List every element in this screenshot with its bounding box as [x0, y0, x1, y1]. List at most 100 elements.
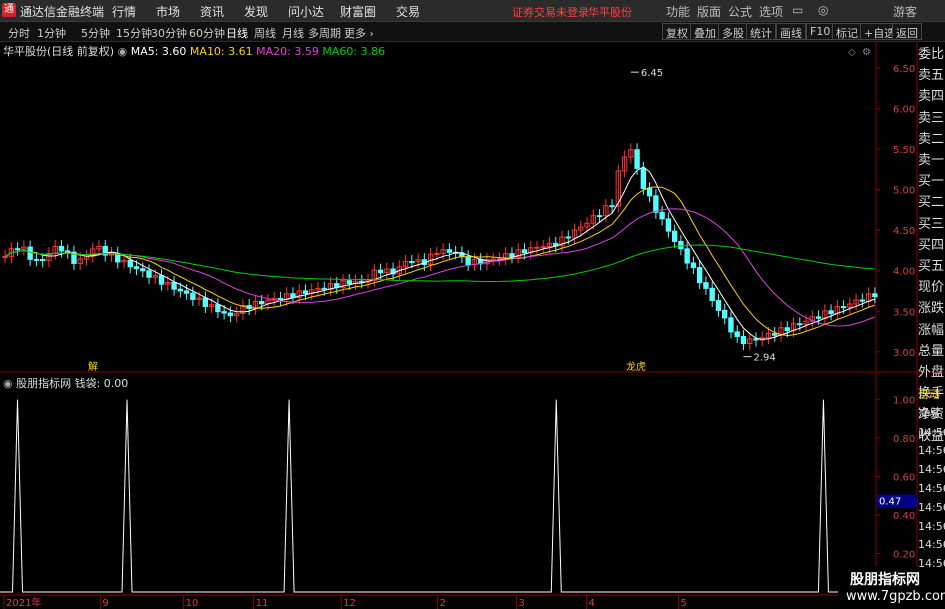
- trade-label: 交易: [918, 406, 940, 420]
- candle-body: [640, 167, 647, 189]
- candle-body: [14, 248, 21, 251]
- candle-body: [859, 299, 866, 302]
- quote-item[interactable]: 买四: [918, 236, 945, 256]
- price-tick-label: 4.00: [893, 267, 915, 278]
- candle-body: [446, 249, 453, 253]
- candle-body: [540, 246, 546, 249]
- quote-item[interactable]: 卖四: [918, 87, 945, 107]
- candle-body: [872, 293, 878, 298]
- sub-tick-label: 0.60: [893, 473, 915, 484]
- candle-body: [734, 331, 740, 338]
- candle-body: [202, 297, 209, 308]
- quote-item[interactable]: 总量: [918, 342, 945, 362]
- settings-icon: ⚙: [862, 47, 871, 58]
- candle-body: [797, 323, 803, 326]
- quote-item[interactable]: 卖五: [918, 66, 945, 86]
- candle-body: [509, 253, 515, 258]
- candle-body: [534, 246, 540, 249]
- quote-item[interactable]: 买二: [918, 193, 945, 213]
- candle-body: [140, 268, 146, 272]
- ma5-line: [4, 166, 876, 340]
- candle-body: [177, 288, 184, 292]
- candle-body: [215, 304, 221, 313]
- candle-body: [58, 245, 65, 252]
- candle-body: [346, 280, 352, 285]
- candle-body: [521, 249, 528, 254]
- quote-item[interactable]: 委比: [918, 45, 945, 65]
- longhu-marker: 龙虎: [626, 360, 646, 373]
- candle-body: [465, 256, 471, 265]
- sub-tick-label: 0.40: [893, 511, 915, 522]
- candle-body: [39, 259, 46, 262]
- price-tick-label: 6.00: [893, 105, 915, 116]
- ma5-label: MA5: 3.60: [130, 45, 187, 58]
- date-tick-label: 2021年: [6, 596, 41, 609]
- date-tick-label: 11: [256, 598, 269, 609]
- candle-body: [784, 327, 790, 332]
- candle-body: [490, 258, 496, 261]
- candle-body: [815, 316, 822, 319]
- date-tick-label: 10: [186, 598, 199, 609]
- sub-tick-label: 1.00: [893, 396, 915, 407]
- sub-indicator-toggle-icon[interactable]: ◉: [3, 377, 13, 390]
- date-tick-label: 5: [681, 598, 687, 609]
- candle-body: [302, 290, 309, 295]
- candle-body: [434, 252, 440, 255]
- candle-body: [671, 230, 678, 242]
- low-label: 2.94: [753, 353, 775, 364]
- candle-body: [133, 266, 140, 270]
- candle-body: [277, 297, 284, 301]
- cursor-value-label: 0.47: [879, 497, 901, 508]
- qiandai-value: 钱袋: 0.00: [74, 377, 129, 390]
- candle-body: [684, 248, 690, 264]
- quote-item[interactable]: 卖三: [918, 109, 945, 129]
- candle-body: [772, 333, 778, 336]
- candle-body: [258, 301, 265, 305]
- candle-body: [678, 240, 684, 250]
- quote-item[interactable]: 涨跌: [918, 299, 945, 319]
- date-tick-label: 9: [102, 598, 108, 609]
- indicator-toggle-icon[interactable]: ◉: [118, 45, 128, 58]
- quote-item[interactable]: 卖一: [918, 151, 945, 171]
- candle-body: [27, 246, 33, 260]
- quote-item[interactable]: 买一: [918, 172, 945, 192]
- sub-chart-header: ◉ 股朋指标网 钱袋: 0.00: [3, 375, 128, 391]
- candle-body: [190, 292, 196, 300]
- date-tick-label: 12: [343, 598, 356, 609]
- candle-body: [321, 287, 327, 290]
- candle-body: [596, 215, 603, 218]
- quote-item[interactable]: 买五: [918, 257, 945, 277]
- candle-body: [565, 236, 571, 239]
- sub-tick-label: 0.80: [893, 434, 915, 445]
- candle-body: [227, 312, 234, 317]
- trade-time: 14:56: [918, 482, 945, 495]
- quote-item[interactable]: 现价: [918, 278, 945, 298]
- candle-body: [634, 149, 640, 169]
- ma10-label: MA10: 3.61: [189, 45, 253, 58]
- candle-body: [409, 261, 415, 264]
- candle-body: [65, 250, 71, 253]
- candle-body: [690, 262, 697, 269]
- sub-tick-label: 0.20: [893, 550, 915, 561]
- price-tick-label: 5.50: [893, 145, 915, 156]
- quote-item[interactable]: 外盘: [918, 363, 945, 383]
- ma60-label: MA60: 3.86: [322, 45, 386, 58]
- trade-time: 14:56: [918, 463, 945, 477]
- trade-time: 14:56: [918, 425, 945, 439]
- candle-body: [653, 195, 659, 213]
- candle-body: [146, 270, 152, 278]
- candle-body: [840, 306, 847, 309]
- candle-body: [127, 259, 133, 268]
- price-tick-label: 3.50: [893, 307, 915, 318]
- quote-item[interactable]: 卖二: [918, 130, 945, 150]
- quote-item[interactable]: 买三: [918, 215, 945, 235]
- candle-body: [659, 211, 665, 220]
- candle-body: [715, 300, 722, 311]
- chart-canvas[interactable]: 6.50 6.00 5.50 5.00 4.50 4.00 3.50 3.00 1.00 0.80…: [0, 0, 945, 609]
- candle-body: [646, 187, 653, 197]
- quote-item[interactable]: 涨幅: [918, 321, 945, 341]
- candle-body: [158, 275, 165, 285]
- trade-time: 14:56: [918, 444, 945, 458]
- trade-time: 14:56: [918, 500, 945, 514]
- candle-body: [665, 218, 672, 232]
